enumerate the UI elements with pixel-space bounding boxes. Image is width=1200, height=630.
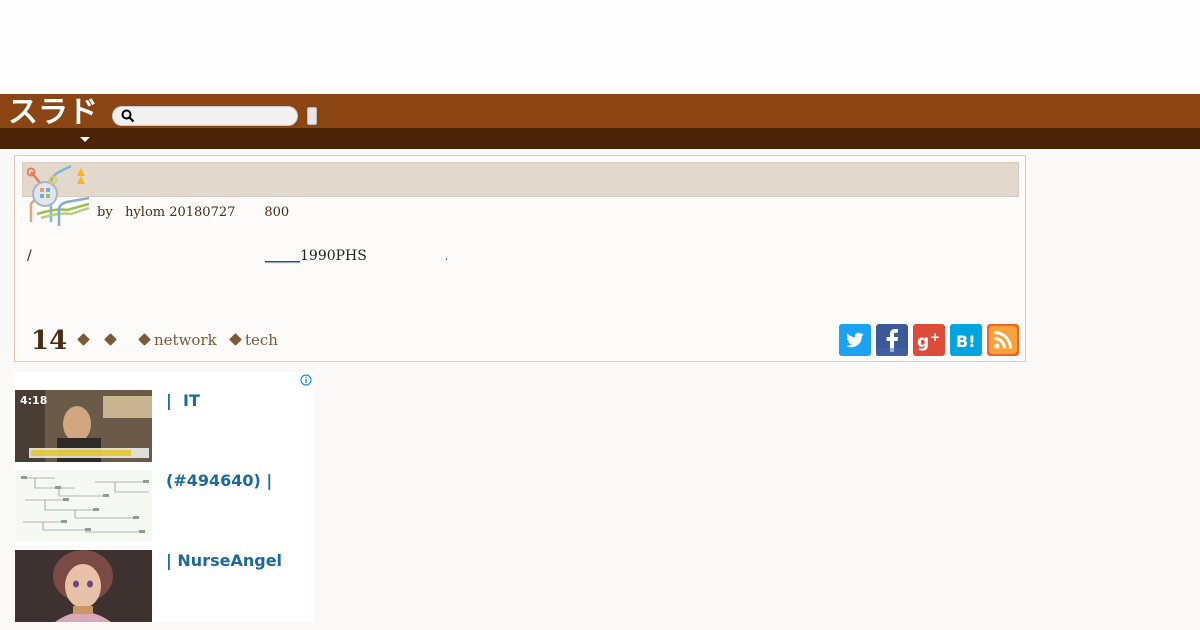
network-topic-icon[interactable] [27,164,91,228]
tag-item[interactable] [104,331,120,349]
rss-feed-button[interactable] [987,324,1019,356]
tag-label[interactable]: network [154,331,217,349]
story-body-link[interactable]: _____1990PHS [265,248,367,264]
ad-info-icon[interactable] [300,374,312,386]
google-plus-share-button[interactable]: g + [913,324,945,356]
tag-icon [104,333,117,346]
story-body-text: / [27,248,32,264]
twitter-icon [846,332,864,348]
ad-title-2[interactable]: (#494640) | [166,471,272,490]
tag-item-network[interactable]: network [138,331,217,349]
twitter-share-button[interactable] [839,324,871,356]
comments-count[interactable]: 14 [31,326,67,356]
svg-text:g: g [917,332,929,352]
story-link-underline[interactable]: _____ [265,248,300,264]
story-title-bar [22,162,1019,197]
search-box [112,106,298,126]
hatena-bookmark-icon: B! [956,332,976,351]
site-header: スラド [0,94,1200,128]
rss-icon [989,326,1017,354]
ad-thumbnail-1[interactable]: 4:18 [15,390,152,462]
facebook-icon [876,329,908,356]
ad-title-1[interactable]: | IT [166,391,200,410]
top-blank-area [0,0,1200,94]
ad-thumbnail-3[interactable] [15,550,152,622]
tag-item[interactable] [77,331,93,349]
google-plus-icon: g + [917,330,940,352]
chevron-down-icon[interactable] [80,137,90,142]
search-input[interactable] [139,108,289,124]
story-byline: by hylom 20180727 800 [97,205,290,220]
facebook-share-button[interactable] [876,324,908,356]
story-body-link-dot[interactable]: , [445,251,448,262]
video-duration: 4:18 [20,394,48,407]
search-submit-button[interactable] [307,107,317,125]
ad-panel: 4:18 | IT (#494640) | | NurseAngel [14,372,314,622]
hatena-bookmark-share-button[interactable]: B! [950,324,982,356]
ad-thumbnail-2[interactable] [15,470,152,542]
story-link-text[interactable]: 1990PHS [300,248,367,264]
tag-icon [138,333,151,346]
site-logo[interactable]: スラド [8,96,106,126]
svg-text:スラド: スラド [8,96,98,126]
tag-icon [77,333,90,346]
svg-text:B!: B! [956,332,976,351]
search-icon [121,109,135,123]
ad-title-3[interactable]: | NurseAngel [166,551,282,570]
tag-icon [229,333,242,346]
tag-item-tech[interactable]: tech [229,331,278,349]
story-article: by hylom 20180727 800 / _____1990PHS , 1… [14,155,1026,362]
svg-text:+: + [930,330,940,344]
sub-navigation [0,128,1200,149]
tag-label[interactable]: tech [245,331,278,349]
